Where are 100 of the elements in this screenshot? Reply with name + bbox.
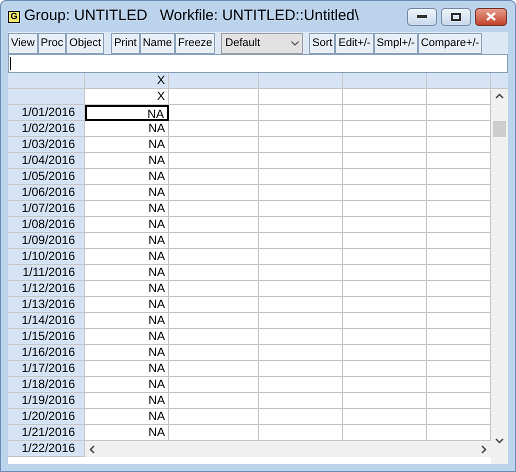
grid-cell[interactable] (343, 169, 427, 185)
grid-cell[interactable] (169, 393, 259, 409)
grid-cell[interactable] (169, 153, 259, 169)
command-input-field[interactable] (8, 54, 508, 73)
value-cell[interactable]: NA (85, 105, 169, 121)
toolbar-button[interactable]: Print (111, 32, 140, 54)
grid-cell[interactable] (343, 393, 427, 409)
grid-cell[interactable] (259, 297, 343, 313)
maximize-button[interactable] (441, 8, 471, 26)
value-cell[interactable]: NA (85, 297, 169, 313)
grid-cell[interactable] (259, 153, 343, 169)
grid-cell[interactable] (169, 121, 259, 137)
close-button[interactable] (475, 8, 507, 26)
grid-cell[interactable] (259, 361, 343, 377)
grid-cell[interactable] (259, 201, 343, 217)
grid-cell[interactable] (343, 185, 427, 201)
minimize-button[interactable] (407, 8, 437, 26)
grid-cell[interactable] (259, 121, 343, 137)
grid-cell[interactable] (343, 265, 427, 281)
grid-cell[interactable] (259, 281, 343, 297)
value-cell[interactable]: NA (85, 281, 169, 297)
value-cell[interactable]: NA (85, 201, 169, 217)
grid-cell[interactable] (169, 409, 259, 425)
grid-cell[interactable] (259, 265, 343, 281)
grid-cell[interactable] (259, 377, 343, 393)
grid-cell[interactable] (259, 329, 343, 345)
grid-cell[interactable] (343, 297, 427, 313)
toolbar-button[interactable]: Edit+/- (335, 32, 374, 54)
grid-cell[interactable] (343, 361, 427, 377)
grid-cell[interactable] (169, 169, 259, 185)
value-cell[interactable]: NA (85, 265, 169, 281)
value-cell[interactable]: NA (85, 249, 169, 265)
grid-cell[interactable] (169, 217, 259, 233)
value-cell[interactable]: NA (85, 121, 169, 137)
grid-cell[interactable] (169, 313, 259, 329)
grid-cell[interactable] (259, 185, 343, 201)
value-cell[interactable]: NA (85, 153, 169, 169)
scroll-thumb[interactable] (493, 120, 506, 136)
date-cell: 1/19/2016 (8, 393, 85, 409)
value-cell[interactable]: NA (85, 233, 169, 249)
grid-cell[interactable] (259, 217, 343, 233)
grid-cell[interactable] (343, 201, 427, 217)
grid-cell[interactable] (169, 281, 259, 297)
grid-cell[interactable] (259, 233, 343, 249)
grid-cell[interactable] (259, 393, 343, 409)
grid-cell[interactable] (169, 249, 259, 265)
grid-cell[interactable] (259, 313, 343, 329)
grid-cell[interactable] (343, 377, 427, 393)
grid-cell[interactable] (343, 345, 427, 361)
grid-cell[interactable] (343, 233, 427, 249)
grid-cell[interactable] (169, 297, 259, 313)
toolbar-button[interactable]: Proc (38, 32, 66, 54)
grid-cell[interactable] (343, 281, 427, 297)
grid-cell[interactable] (343, 137, 427, 153)
grid-cell[interactable] (169, 185, 259, 201)
grid-cell[interactable] (259, 345, 343, 361)
grid-cell[interactable] (343, 153, 427, 169)
toolbar-button[interactable]: Smpl+/- (374, 32, 418, 54)
grid-cell[interactable] (169, 233, 259, 249)
grid-cell[interactable] (343, 121, 427, 137)
date-cell: 1/14/2016 (8, 313, 85, 329)
grid-cell[interactable] (259, 249, 343, 265)
grid-cell[interactable] (169, 201, 259, 217)
grid-cell[interactable] (343, 249, 427, 265)
value-cell[interactable]: NA (85, 329, 169, 345)
grid-cell[interactable] (343, 313, 427, 329)
value-cell[interactable]: NA (85, 361, 169, 377)
grid-cell[interactable] (169, 329, 259, 345)
horizontal-scrollbar[interactable] (85, 441, 491, 457)
grid-cell[interactable] (169, 377, 259, 393)
toolbar-button[interactable]: View (8, 32, 38, 54)
value-cell[interactable]: NA (85, 409, 169, 425)
value-cell[interactable]: NA (85, 345, 169, 361)
value-cell[interactable]: NA (85, 393, 169, 409)
value-cell[interactable]: NA (85, 185, 169, 201)
grid-cell[interactable] (343, 105, 427, 121)
grid-cell[interactable] (169, 345, 259, 361)
grid-cell[interactable] (343, 409, 427, 425)
toolbar-button[interactable]: Sort (309, 32, 336, 54)
toolbar-button[interactable]: Name (140, 32, 176, 54)
date-cell: 1/10/2016 (8, 249, 85, 265)
grid-cell[interactable] (169, 137, 259, 153)
grid-cell[interactable] (259, 137, 343, 153)
value-cell[interactable]: NA (85, 169, 169, 185)
toolbar-button[interactable]: Freeze (175, 32, 216, 54)
grid-cell[interactable] (343, 329, 427, 345)
grid-cell[interactable] (169, 265, 259, 281)
grid-cell[interactable] (343, 217, 427, 233)
view-dropdown[interactable]: Default (221, 32, 304, 54)
value-cell[interactable]: NA (85, 313, 169, 329)
grid-cell[interactable] (169, 361, 259, 377)
value-cell[interactable]: NA (85, 137, 169, 153)
toolbar-button[interactable]: Object (66, 32, 104, 54)
value-cell[interactable]: NA (85, 377, 169, 393)
grid-cell[interactable] (259, 169, 343, 185)
grid-cell[interactable] (259, 409, 343, 425)
grid-cell[interactable] (259, 105, 343, 121)
grid-cell[interactable] (169, 105, 259, 121)
toolbar-button[interactable]: Compare+/- (418, 32, 482, 54)
value-cell[interactable]: NA (85, 217, 169, 233)
